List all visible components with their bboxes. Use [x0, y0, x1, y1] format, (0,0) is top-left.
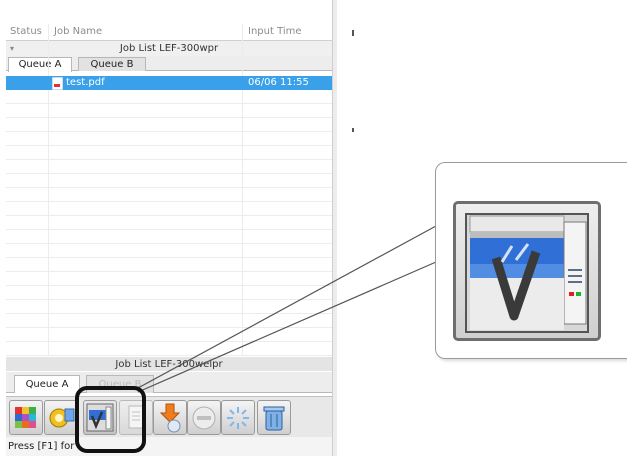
printer-check-icon [465, 213, 589, 333]
zoomed-printer-check-icon [453, 201, 601, 341]
highlight-box [75, 386, 146, 453]
